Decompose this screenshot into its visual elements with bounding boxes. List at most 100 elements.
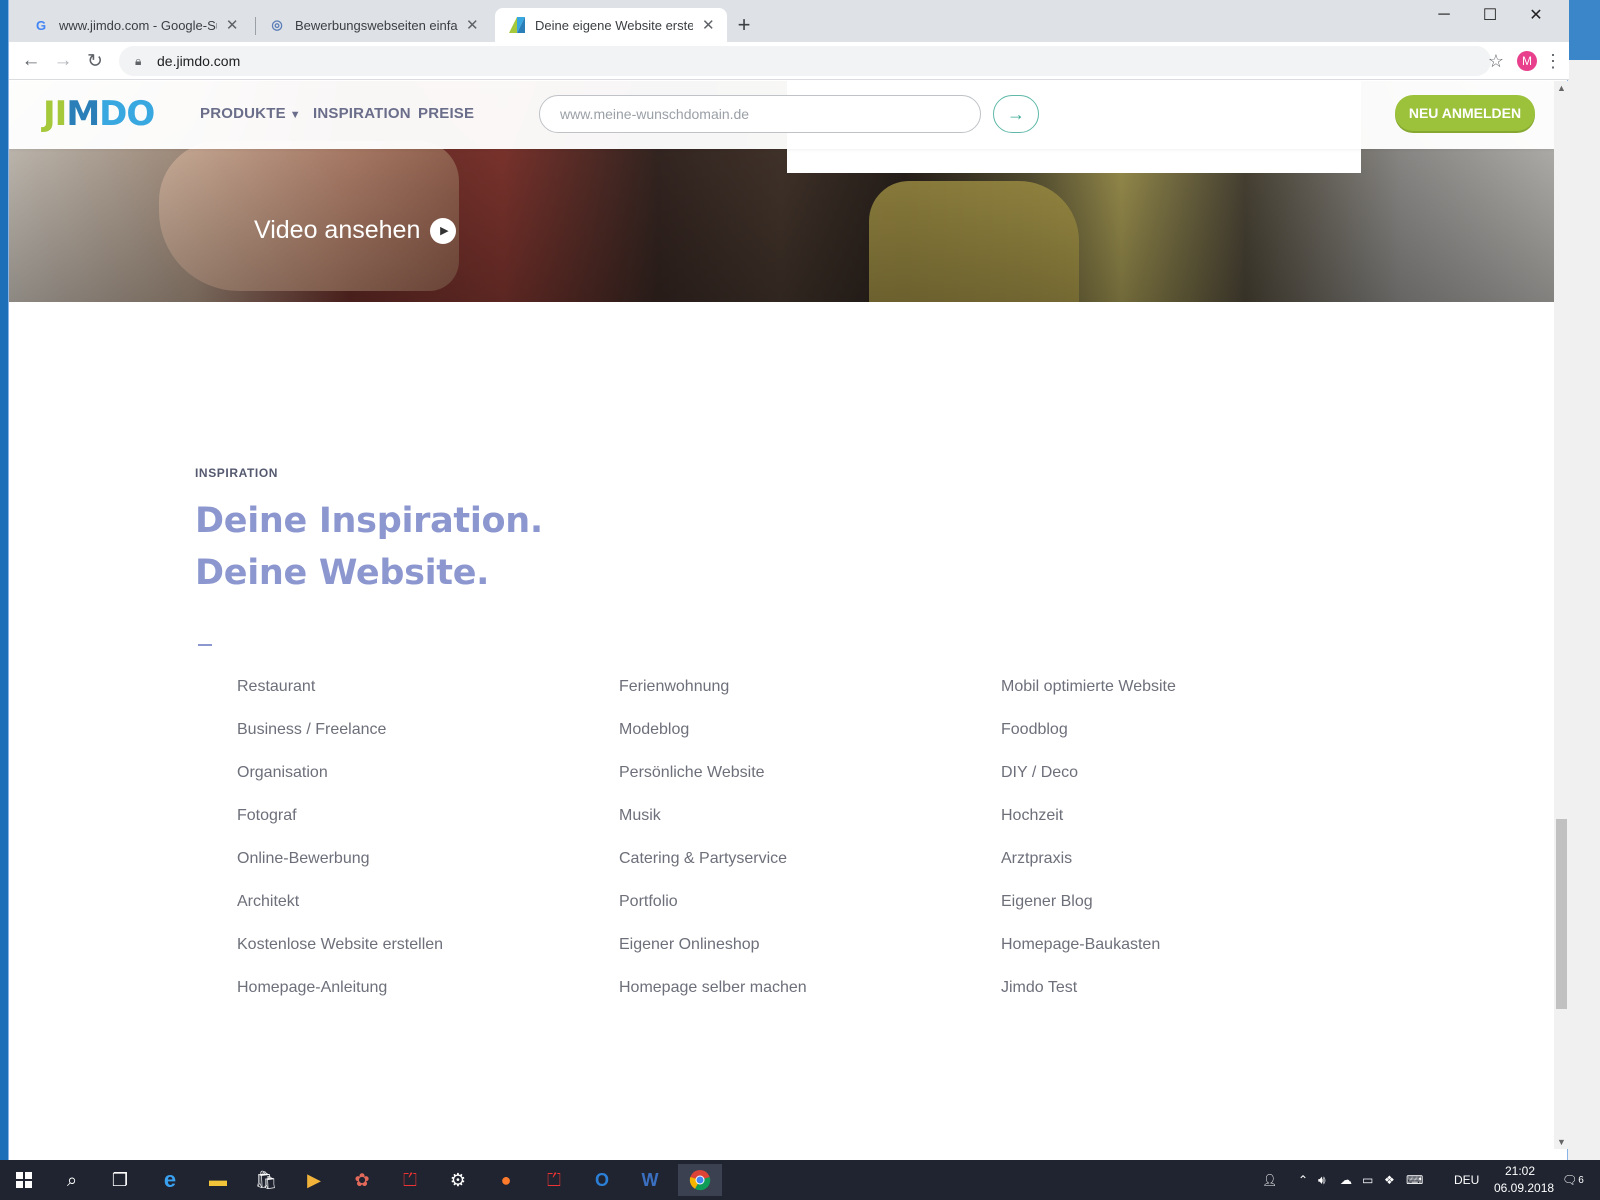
inspiration-link[interactable]: Homepage-Baukasten [1001, 935, 1176, 978]
taskbar-clock[interactable]: 21:02 06.09.2018 [1494, 1163, 1555, 1197]
inspiration-link[interactable]: Restaurant [237, 677, 443, 720]
search-icon[interactable]: ⌕ [52, 1164, 92, 1196]
inspiration-link[interactable]: Portfolio [619, 892, 807, 935]
inspiration-link[interactable]: Eigener Onlineshop [619, 935, 807, 978]
word-icon[interactable]: W [630, 1164, 670, 1196]
domain-search-button[interactable]: → [993, 95, 1039, 133]
maximize-button[interactable]: ☐ [1467, 0, 1513, 30]
notifications-icon[interactable]: 🗨︎ 6 [1562, 1160, 1584, 1200]
notification-count: 6 [1578, 1174, 1584, 1186]
firefox-icon[interactable]: ● [486, 1164, 526, 1196]
close-icon[interactable]: ✕ [225, 17, 239, 34]
site-header: JIMDO PRODUKTE▼ INSPIRATION PREISE → NEU… [9, 81, 1554, 149]
task-view-icon[interactable]: ❐ [100, 1164, 140, 1196]
tab-title: Bewerbungswebseiten einfach un [295, 17, 458, 33]
app-icon[interactable]: ✿ [342, 1164, 382, 1196]
url-text: de.jimdo.com [157, 53, 241, 69]
inspiration-link[interactable]: Ferienwohnung [619, 677, 807, 720]
browser-window: G www.jimdo.com - Google-Suche ✕ ◎ Bewer… [8, 0, 1569, 1160]
chevron-up-icon[interactable]: ⌃ [1298, 1160, 1308, 1200]
nav-produkte[interactable]: PRODUKTE ▼ [200, 105, 301, 122]
inspiration-link[interactable]: Hochzeit [1001, 806, 1176, 849]
domain-search-input[interactable] [539, 95, 981, 133]
bookmark-star-icon[interactable]: ☆ [1483, 48, 1509, 74]
inspiration-link[interactable]: Homepage-Anleitung [237, 978, 443, 1021]
forward-button[interactable]: → [49, 48, 77, 74]
outlook-icon[interactable]: O [582, 1164, 622, 1196]
windows-taskbar: ⌕ ❐ e ▬ 🛍︎ ▶ ✿ ⏍ ⚙ ● ⏍ O W 👤︎ ⌃ 🔊︎ ☁ ▭ ❖… [0, 1160, 1600, 1200]
keyboard-icon[interactable]: ⌨ [1406, 1160, 1423, 1200]
profile-avatar[interactable]: M [1517, 51, 1537, 71]
inspiration-link[interactable]: Catering & Partyservice [619, 849, 807, 892]
edge-icon[interactable]: e [150, 1164, 190, 1196]
inspiration-link[interactable]: Organisation [237, 763, 443, 806]
inspiration-link[interactable]: Modeblog [619, 720, 807, 763]
media-player-icon[interactable]: ▶ [294, 1164, 334, 1196]
section-divider [198, 644, 212, 646]
language-indicator[interactable]: DEU [1454, 1160, 1479, 1200]
inspiration-link[interactable]: Jimdo Test [1001, 978, 1176, 1021]
inspiration-link[interactable]: Architekt [237, 892, 443, 935]
inspiration-link[interactable]: DIY / Deco [1001, 763, 1176, 806]
video-link[interactable]: Video ansehen ▶ [254, 216, 457, 245]
close-icon[interactable]: ✕ [466, 17, 479, 34]
chevron-down-icon: ▼ [289, 109, 301, 121]
pdf-icon[interactable]: ⏍ [390, 1164, 430, 1196]
acrobat-icon[interactable]: ⏍ [534, 1164, 574, 1196]
browser-menu-icon[interactable]: ⋮ [1544, 48, 1562, 74]
inspiration-link[interactable]: Business / Freelance [237, 720, 443, 763]
section-headline-line1: Deine Inspiration. [195, 501, 543, 541]
inspiration-link[interactable]: Online-Bewerbung [237, 849, 443, 892]
volume-icon[interactable]: 🔊︎ [1318, 1160, 1326, 1200]
nav-preise[interactable]: PREISE [418, 105, 474, 122]
close-icon[interactable]: ✕ [701, 17, 715, 34]
google-icon: G [35, 17, 47, 33]
windows-start-icon[interactable] [4, 1164, 44, 1196]
nav-inspiration[interactable]: INSPIRATION [313, 105, 411, 122]
section-headline-line2: Deine Website. [195, 553, 490, 593]
tab-title: www.jimdo.com - Google-Suche [59, 17, 217, 33]
inspiration-column-1: Restaurant Business / Freelance Organisa… [237, 677, 443, 1021]
inspiration-link[interactable]: Mobil optimierte Website [1001, 677, 1176, 720]
close-window-button[interactable]: ✕ [1513, 0, 1559, 30]
back-button[interactable]: ← [17, 48, 45, 74]
tab-google-search[interactable]: G www.jimdo.com - Google-Suche ✕ [19, 8, 251, 42]
jimdo-icon [509, 17, 525, 33]
globe-icon: ◎ [271, 17, 283, 32]
clock-date: 06.09.2018 [1494, 1181, 1555, 1195]
page-scrollbar[interactable]: ▲ ▼ [1554, 81, 1569, 1149]
inspiration-link[interactable]: Persönliche Website [619, 763, 807, 806]
scrollbar-thumb[interactable] [1556, 819, 1567, 1009]
inspiration-link[interactable]: Eigener Blog [1001, 892, 1176, 935]
jimdo-logo[interactable]: JI M DO [43, 94, 155, 134]
inspiration-link[interactable]: Foodblog [1001, 720, 1176, 763]
network-icon[interactable]: ▭ [1362, 1160, 1373, 1200]
page-viewport: Video ansehen ▶ JI M DO PRODUKTE ▼ INSPIRAT… [9, 81, 1554, 1149]
signup-button[interactable]: NEU ANMELDEN [1395, 95, 1535, 131]
browser-toolbar: ← → ↻ 🔒︎ de.jimdo.com ☆ M ⋮ [9, 42, 1569, 80]
chrome-icon[interactable] [678, 1164, 722, 1196]
tab-bewerbungswebseiten[interactable]: ◎ Bewerbungswebseiten einfach un ✕ [255, 8, 491, 42]
minimize-button[interactable]: ─ [1421, 0, 1467, 30]
inspiration-link[interactable]: Homepage selber machen [619, 978, 807, 1021]
desktop-background [1568, 0, 1600, 1160]
people-icon[interactable]: 👤︎ [1262, 1160, 1277, 1200]
tab-jimdo[interactable]: Deine eigene Website erstellen - ✕ [495, 8, 727, 42]
new-tab-button[interactable]: + [731, 12, 757, 38]
inspiration-link[interactable]: Fotograf [237, 806, 443, 849]
scroll-up-icon[interactable]: ▲ [1554, 81, 1569, 95]
dropbox-icon[interactable]: ❖ [1384, 1160, 1395, 1200]
lock-icon: 🔒︎ [135, 53, 142, 68]
gear-icon[interactable]: ⚙ [438, 1164, 478, 1196]
reload-button[interactable]: ↻ [81, 48, 109, 74]
cloud-icon[interactable]: ☁ [1340, 1160, 1352, 1200]
inspiration-link[interactable]: Arztpraxis [1001, 849, 1176, 892]
store-icon[interactable]: 🛍︎ [246, 1164, 286, 1196]
inspiration-column-2: Ferienwohnung Modeblog Persönliche Websi… [619, 677, 807, 1021]
inspiration-link[interactable]: Musik [619, 806, 807, 849]
file-explorer-icon[interactable]: ▬ [198, 1164, 238, 1196]
inspiration-link[interactable]: Kostenlose Website erstellen [237, 935, 443, 978]
scroll-down-icon[interactable]: ▼ [1554, 1135, 1569, 1149]
arrow-right-icon: → [1007, 103, 1025, 124]
address-bar[interactable]: 🔒︎ de.jimdo.com [119, 46, 1491, 76]
